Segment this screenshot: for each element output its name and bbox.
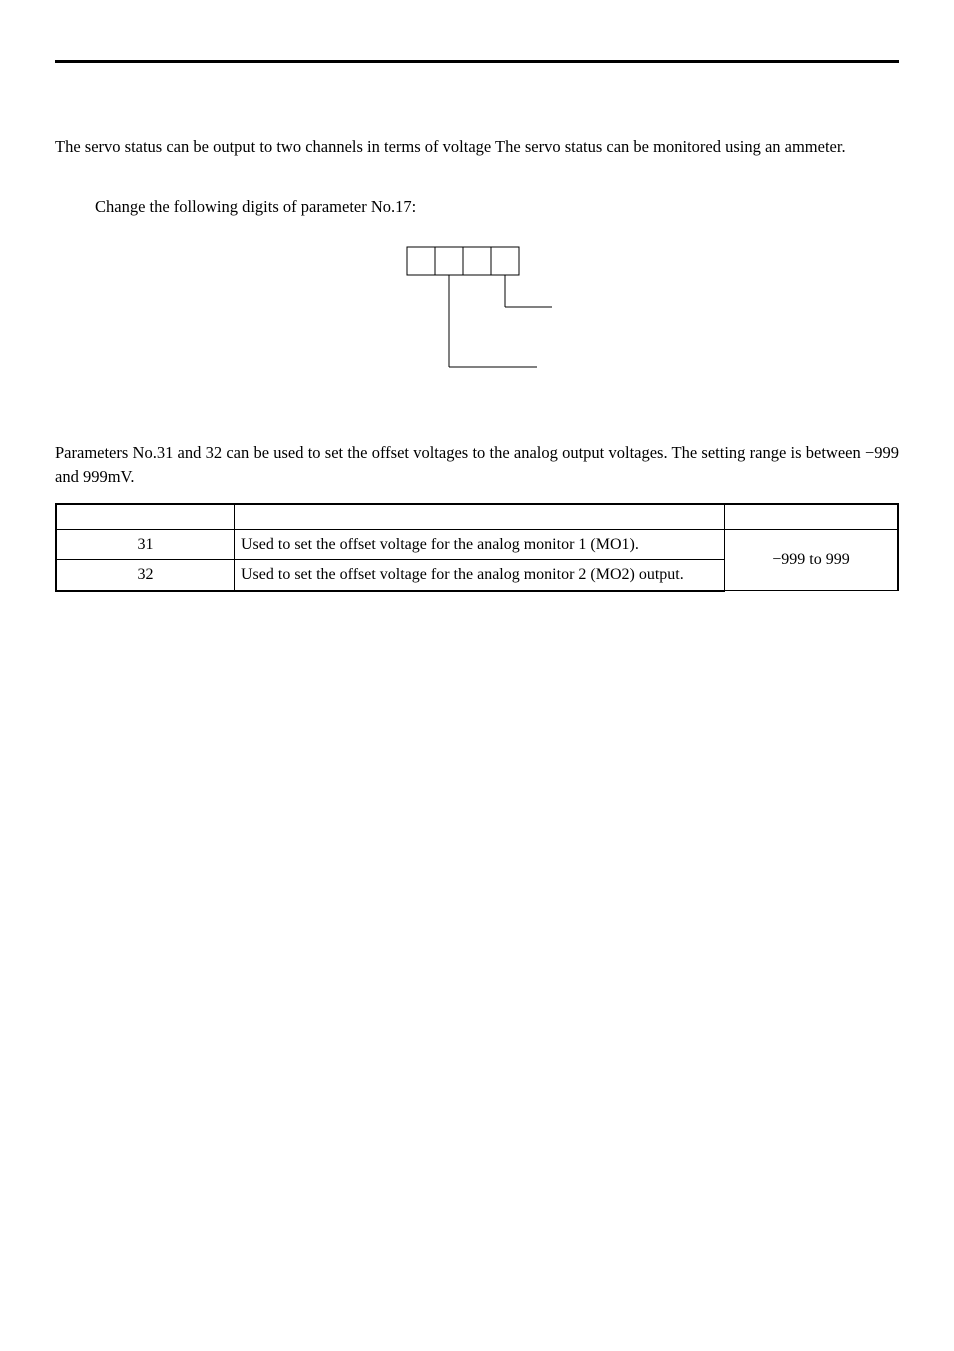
paragraph-setting: Change the following digits of parameter…	[55, 195, 899, 219]
digit-diagram	[327, 237, 627, 387]
cell-range: −999 to 999	[725, 529, 899, 591]
cell-desc: Used to set the offset voltage for the a…	[235, 560, 725, 591]
paragraph-intro: The servo status can be output to two ch…	[55, 135, 899, 159]
cell-desc: Used to set the offset voltage for the a…	[235, 529, 725, 560]
parameter-table: 31 Used to set the offset voltage for th…	[55, 503, 899, 592]
cell-paramno: 31	[56, 529, 235, 560]
paragraph-offset: Parameters No.31 and 32 can be used to s…	[55, 441, 899, 489]
table-header-paramno	[56, 504, 235, 530]
horizontal-rule	[55, 60, 899, 63]
table-row: 31 Used to set the offset voltage for th…	[56, 529, 898, 560]
table-header-name	[235, 504, 725, 530]
cell-paramno: 32	[56, 560, 235, 591]
table-header-range	[725, 504, 899, 530]
